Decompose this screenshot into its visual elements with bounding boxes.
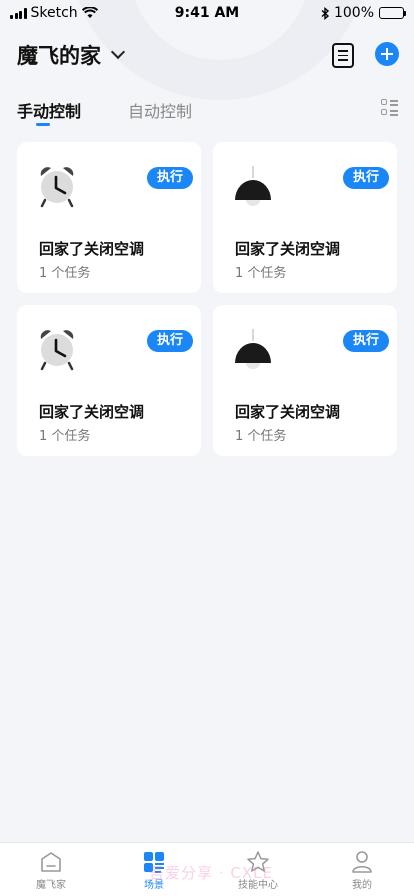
status-right: 100%	[321, 5, 406, 21]
bottom-navigation: 魔飞家 场景 技能中心 我的	[0, 842, 414, 896]
nav-label-skills: 技能中心	[238, 880, 278, 891]
home-name: 魔飞的家	[17, 44, 101, 68]
scene-tabs: 手动控制 自动控制	[0, 96, 414, 132]
home-icon	[41, 852, 61, 872]
list-view-icon[interactable]	[381, 99, 398, 116]
nav-label-home: 魔飞家	[36, 880, 66, 891]
document-icon[interactable]	[332, 43, 354, 68]
nav-item-home[interactable]: 魔飞家	[11, 843, 91, 896]
scene-title: 回家了关闭空调	[235, 240, 341, 258]
scene-title: 回家了关闭空调	[235, 403, 341, 421]
pendant-lamp-icon	[235, 166, 271, 206]
scene-icon	[144, 852, 164, 873]
nav-item-scene[interactable]: 场景	[114, 843, 194, 896]
execute-button[interactable]: 执行	[147, 330, 193, 352]
tab-auto-control[interactable]: 自动控制	[128, 98, 192, 122]
tab-manual-control[interactable]: 手动控制	[17, 98, 81, 122]
scene-card[interactable]: 执行 回家了关闭空调 1 个任务	[213, 305, 397, 456]
status-bar: Sketch 9:41 AM 100%	[0, 0, 414, 26]
execute-button[interactable]: 执行	[147, 167, 193, 189]
alarm-clock-icon	[40, 330, 74, 371]
scene-card[interactable]: 执行 回家了关闭空调 1 个任务	[17, 305, 201, 456]
scene-task-count: 1 个任务	[39, 429, 91, 444]
scene-task-count: 1 个任务	[235, 266, 287, 281]
home-selector[interactable]: 魔飞的家	[17, 40, 126, 70]
user-icon	[352, 851, 372, 873]
scene-title: 回家了关闭空调	[39, 240, 145, 258]
scene-task-count: 1 个任务	[235, 429, 287, 444]
header: 魔飞的家	[0, 36, 414, 76]
star-icon	[247, 851, 269, 872]
pendant-lamp-icon	[235, 329, 271, 369]
active-tab-indicator	[36, 123, 50, 126]
bluetooth-icon	[321, 6, 329, 20]
execute-button[interactable]: 执行	[343, 330, 389, 352]
nav-label-profile: 我的	[352, 880, 372, 891]
nav-label-scene: 场景	[144, 880, 164, 891]
nav-item-skills[interactable]: 技能中心	[218, 843, 298, 896]
scene-card[interactable]: 执行 回家了关闭空调 1 个任务	[213, 142, 397, 293]
alarm-clock-icon	[40, 167, 74, 208]
execute-button[interactable]: 执行	[343, 167, 389, 189]
battery-percent: 100%	[333, 5, 374, 21]
chevron-down-icon	[110, 44, 126, 60]
battery-icon	[379, 7, 406, 19]
scene-card[interactable]: 执行 回家了关闭空调 1 个任务	[17, 142, 201, 293]
scene-title: 回家了关闭空调	[39, 403, 145, 421]
nav-item-profile[interactable]: 我的	[322, 843, 402, 896]
add-scene-button[interactable]	[375, 42, 399, 66]
scene-task-count: 1 个任务	[39, 266, 91, 281]
